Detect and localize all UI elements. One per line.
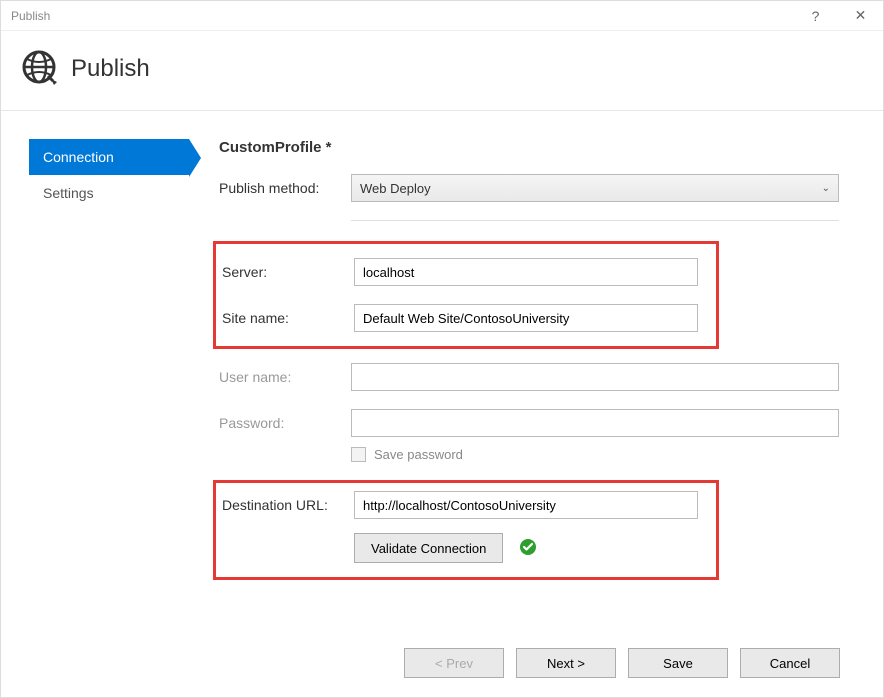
window-title: Publish xyxy=(11,9,50,23)
sidebar-tab-connection[interactable]: Connection xyxy=(29,139,189,175)
globe-icon xyxy=(21,49,57,88)
help-button[interactable]: ? xyxy=(793,1,838,31)
publish-method-label: Publish method: xyxy=(219,180,351,196)
profile-name: CustomProfile * xyxy=(219,139,839,156)
next-button[interactable]: Next > xyxy=(516,648,616,678)
sidebar: Connection Settings xyxy=(29,139,189,580)
server-input[interactable] xyxy=(354,258,698,286)
server-label: Server: xyxy=(222,264,354,280)
highlight-server-site: Server: Site name: xyxy=(213,241,719,349)
highlight-destination: Destination URL: Validate Connection xyxy=(213,480,719,580)
password-input[interactable] xyxy=(351,409,839,437)
user-name-input[interactable] xyxy=(351,363,839,391)
footer-buttons: < Prev Next > Save Cancel xyxy=(404,648,840,678)
form-area: CustomProfile * Publish method: Web Depl… xyxy=(219,139,839,580)
destination-url-label: Destination URL: xyxy=(222,497,354,513)
cancel-button[interactable]: Cancel xyxy=(740,648,840,678)
save-password-checkbox[interactable] xyxy=(351,447,366,462)
success-check-icon xyxy=(519,538,537,559)
page-title: Publish xyxy=(71,55,150,83)
site-name-label: Site name: xyxy=(222,310,354,326)
password-label: Password: xyxy=(219,415,351,431)
divider xyxy=(351,220,839,221)
prev-button: < Prev xyxy=(404,648,504,678)
site-name-input[interactable] xyxy=(354,304,698,332)
chevron-down-icon: ⌄ xyxy=(822,183,830,194)
save-password-label: Save password xyxy=(374,447,463,462)
title-bar: Publish ? ✕ xyxy=(1,1,883,31)
destination-url-input[interactable] xyxy=(354,491,698,519)
save-button[interactable]: Save xyxy=(628,648,728,678)
user-name-label: User name: xyxy=(219,369,351,385)
close-button[interactable]: ✕ xyxy=(838,1,883,31)
publish-method-select[interactable]: Web Deploy ⌄ xyxy=(351,174,839,202)
page-header: Publish xyxy=(1,31,883,111)
validate-connection-button[interactable]: Validate Connection xyxy=(354,533,503,563)
sidebar-tab-settings[interactable]: Settings xyxy=(29,175,189,211)
